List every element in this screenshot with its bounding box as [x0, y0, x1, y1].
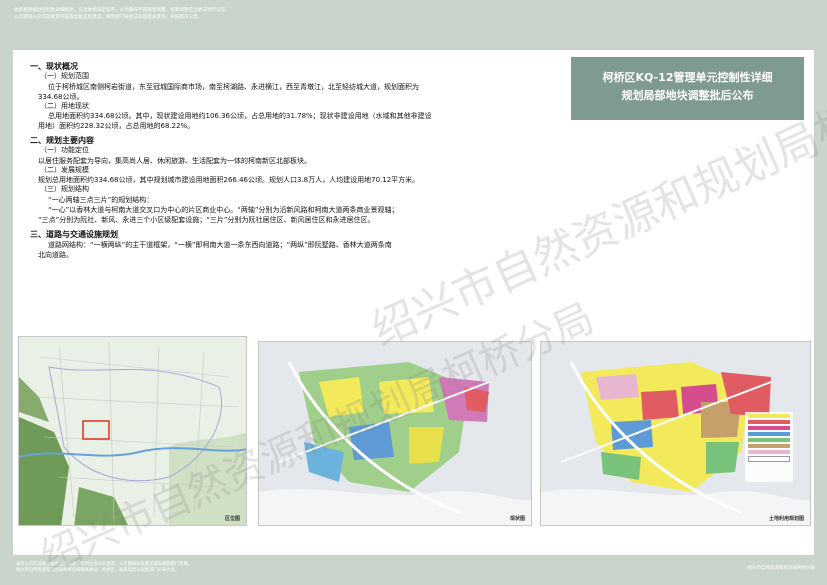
- header-note: 公示期间公众可就规划内容提出意见和建议，规划部门将依法处理相关意见，并按程序公告…: [14, 14, 203, 20]
- paragraph: 334.68公顷。: [38, 92, 84, 101]
- paragraph: 以居住服务配套为导向，集高尚人居、休闲旅游、生活配套为一体的柯南新区北部板块。: [38, 156, 311, 165]
- subsection-title: （一）规划范围: [40, 72, 89, 80]
- paragraph: “三点”分别为阮社、新风、永进三个小区级配套设施；“三片”分别为阮社居住区、新风…: [38, 215, 375, 224]
- paragraph: 位于柯桥城区南侧柯岩街道，东至冠城国际商市场，南至柯湖路、永进横江，西至青墩江，…: [48, 82, 419, 91]
- paragraph: 道路网结构：“一横两纵”的主干道框架，“一横”即柯南大道一条东西向道路；“两纵”…: [48, 240, 392, 249]
- paragraph: 总用地面积约334.68公顷。其中，现状建设用地约106.36公顷，占总用地的3…: [48, 112, 432, 120]
- footer-note: 绍兴市自然资源和规划局柯桥分局联系地址：柯桥区，联系电话以规划部门公布为准。: [16, 568, 180, 573]
- subsection-title: （二）发展规模: [40, 165, 89, 174]
- header-strip: 依照相关规划控制性详细规划，应当依据法定程序，公示期间不得随意调整，如需调整应当…: [0, 0, 827, 46]
- banner-line-1: 柯桥区KQ-12管理单元控制性详细: [602, 71, 773, 84]
- map-caption: 现状图: [509, 516, 525, 522]
- subsection-title: （二）用地现状: [40, 101, 89, 110]
- paragraph: “一心”以香林大道与柯南大道交叉口为中心的片区商业中心。“两轴”分别为沿新风路和…: [48, 205, 399, 214]
- map-legend: [745, 412, 793, 482]
- paragraph: 用地）面积约228.32公顷，占总用地的68.22%。: [38, 122, 195, 130]
- section-title: 二、规划主要内容: [30, 136, 94, 145]
- subsection-title: （一）功能定位: [40, 146, 89, 154]
- subsection-title: （三）规划结构: [40, 185, 89, 193]
- header-notes: 依照相关规划控制性详细规划，应当依据法定程序，公示期间不得随意调整，如需调整应当…: [14, 8, 534, 22]
- header-note: 依照相关规划控制性详细规划，应当依据法定程序，公示期间不得随意调整，如需调整应当…: [14, 8, 230, 13]
- paragraph: 规划总用地面积约334.68公顷，其中规划城市建设用地面积266.46公顷。规划…: [38, 176, 420, 184]
- plan-text: 一、现状概况 （一）规划范围 位于柯桥城区南侧柯岩街道，东至冠城国际商市场，南至…: [30, 61, 550, 260]
- map-caption: 土地利用规划图: [768, 516, 804, 522]
- section-title: 三、道路与交通设施规划: [30, 229, 118, 239]
- agency-name: 绍兴市自然资源和规划局柯桥分局: [747, 566, 816, 571]
- paragraph: “一心两轴三点三片”的规划结构：: [48, 195, 154, 204]
- title-banner: 柯桥区KQ-12管理单元控制性详细 规划局部地块调整批后公布: [571, 57, 804, 120]
- section-title: 一、现状概况: [30, 62, 78, 71]
- map-caption: 区位图: [224, 516, 240, 522]
- banner-line-2: 规划局部地块调整批后公布: [621, 89, 754, 102]
